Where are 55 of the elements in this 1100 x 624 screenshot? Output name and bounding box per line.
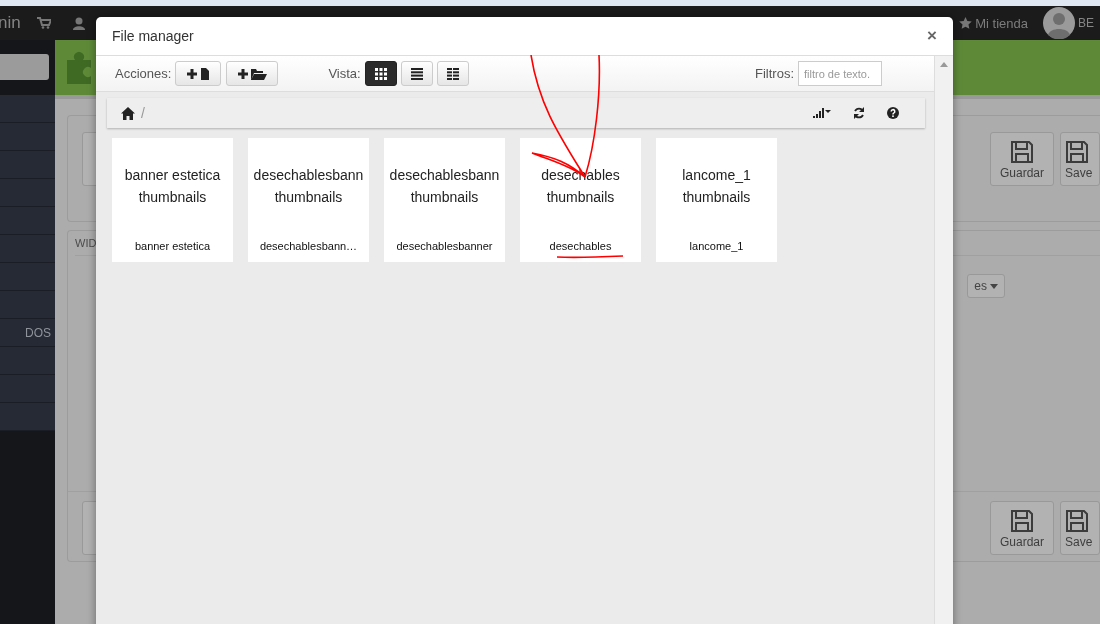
search-field[interactable]: [0, 54, 49, 80]
plus-file-icon: [186, 67, 211, 80]
cart-icon[interactable]: [36, 17, 51, 29]
columns-icon: [446, 67, 459, 80]
folder-tile[interactable]: desechablesbann thumbnails desechablesbanner: [384, 138, 505, 262]
view-label: Vista:: [328, 66, 361, 81]
folder-name: desechablesbanner: [396, 240, 493, 252]
folder-name: desechablesbann…: [259, 240, 358, 252]
thumbnail-text: desechablesbann thumbnails: [253, 166, 364, 207]
sidebar-item[interactable]: DOS: [0, 319, 55, 347]
columns-view-button[interactable]: [436, 61, 469, 86]
actions-label: Acciones:: [115, 66, 172, 81]
list-view-button[interactable]: [400, 61, 433, 86]
grid-icon: [374, 67, 387, 80]
thumbnail-text: desechablesbann thumbnails: [389, 166, 500, 207]
folder-tile[interactable]: banner estetica thumbnails banner estetica: [112, 138, 233, 262]
user-icon[interactable]: [72, 16, 85, 30]
thumbnail-text: banner estetica thumbnails: [124, 166, 221, 207]
store-link[interactable]: Mi tienda: [959, 15, 1028, 31]
brand-text[interactable]: nin: [0, 13, 21, 33]
filter-field[interactable]: filtro de texto.: [798, 61, 882, 86]
grid-view-button[interactable]: [364, 61, 397, 86]
breadcrumb-separator: /: [141, 105, 145, 121]
guardar-button[interactable]: Guardar: [990, 132, 1054, 186]
folder-name: desechables: [549, 240, 612, 252]
folder-name: lancome_1: [689, 240, 744, 252]
save-and-continue-button[interactable]: Save: [1060, 132, 1100, 186]
folder-name: banner estetica: [134, 240, 211, 252]
save-and-continue-button[interactable]: Save: [1060, 501, 1100, 555]
panel-title: WID: [75, 237, 97, 249]
filter-label: Filtros:: [755, 66, 794, 81]
home-icon[interactable]: [121, 106, 135, 120]
folder-tile[interactable]: desechablesbann thumbnails desechablesbann…: [248, 138, 369, 262]
plus-folder-icon: [237, 67, 268, 80]
thumbnail-text: lancome_1 thumbnails: [682, 166, 751, 207]
folder-tile[interactable]: desechables thumbnails desechables: [520, 138, 641, 262]
sort-icon[interactable]: [813, 108, 831, 118]
language-dropdown[interactable]: es: [967, 274, 1005, 298]
refresh-icon[interactable]: [853, 107, 865, 119]
caret-icon: [990, 283, 998, 289]
user-name[interactable]: BE: [1078, 16, 1094, 30]
folder-tile[interactable]: lancome_1 thumbnails lancome_1: [656, 138, 777, 262]
new-file-button[interactable]: [175, 61, 222, 86]
list-icon: [410, 67, 423, 80]
star-icon: [959, 17, 973, 29]
scroll-up-icon[interactable]: [940, 62, 948, 67]
guardar-button[interactable]: Guardar: [990, 501, 1054, 555]
dialog-title: File manager: [112, 28, 195, 44]
thumbnail-text: desechables thumbnails: [541, 166, 620, 207]
avatar-icon[interactable]: [1043, 7, 1075, 39]
close-button[interactable]: ×: [927, 26, 937, 46]
help-icon[interactable]: [887, 107, 899, 119]
scrollbar[interactable]: [934, 56, 953, 624]
new-folder-button[interactable]: [226, 61, 279, 86]
annotation-underline: [556, 255, 624, 259]
